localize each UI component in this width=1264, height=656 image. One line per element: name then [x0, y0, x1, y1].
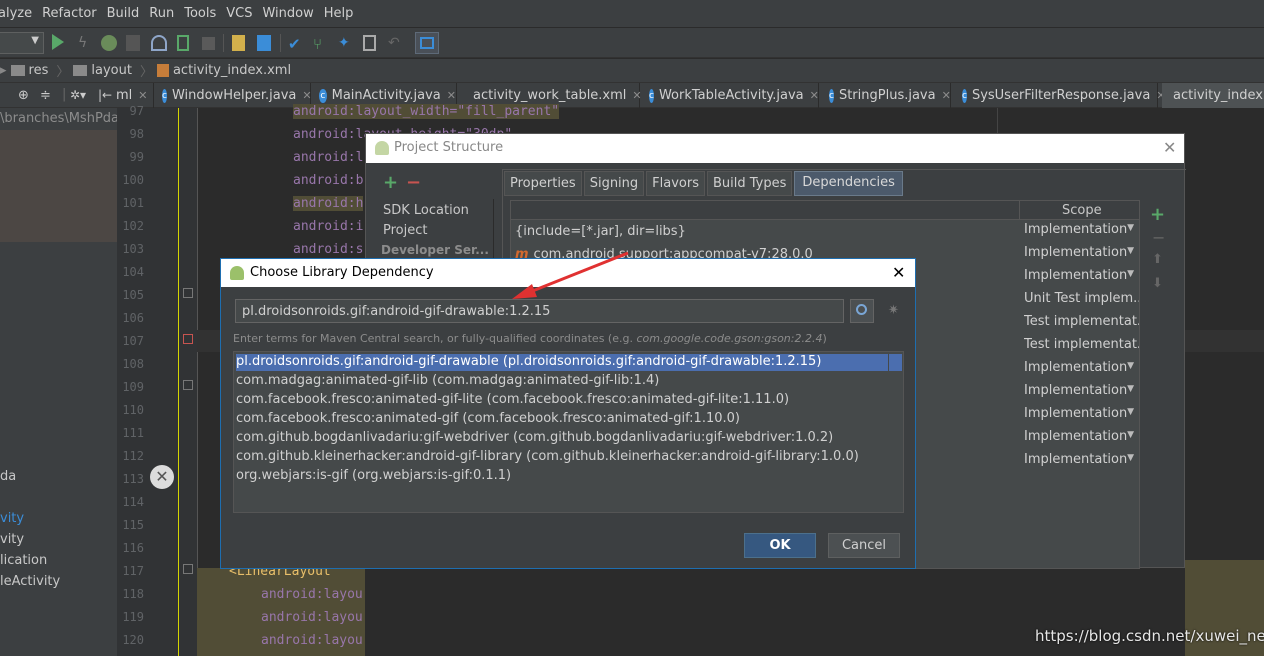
arrow-shaft	[529, 251, 629, 294]
annotation-arrow	[512, 251, 629, 299]
watermark: https://blog.csdn.net/xuwei_net	[1035, 627, 1264, 645]
arrow-head	[512, 284, 537, 299]
